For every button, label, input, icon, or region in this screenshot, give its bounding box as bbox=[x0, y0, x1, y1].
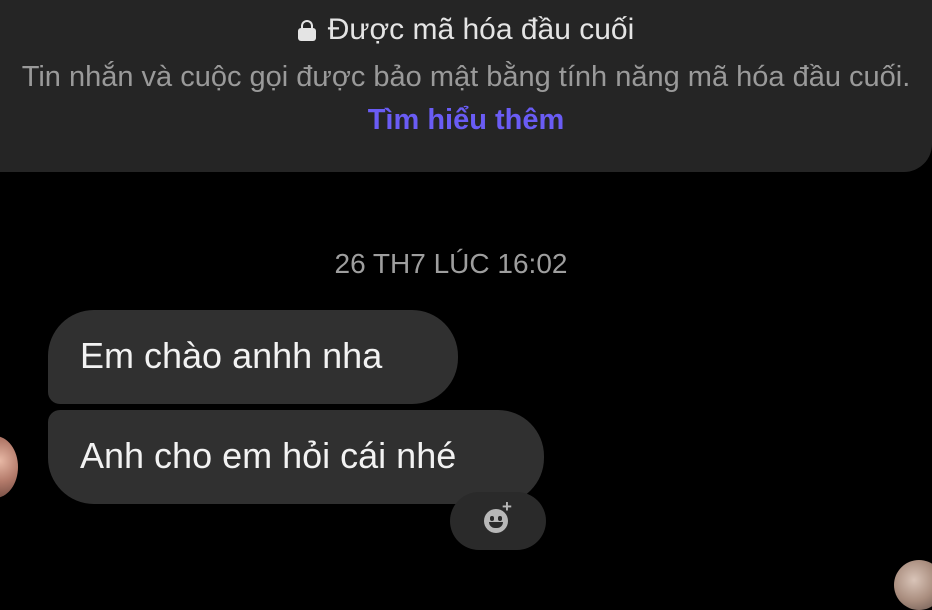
plus-icon: + bbox=[502, 497, 512, 516]
learn-more-link[interactable]: Tìm hiểu thêm bbox=[368, 104, 565, 136]
message-bubble-1[interactable]: Em chào anhh nha bbox=[48, 310, 458, 404]
encryption-description: Tin nhắn và cuộc gọi được bảo mật bằng t… bbox=[21, 61, 911, 93]
add-reaction-button[interactable]: + bbox=[450, 492, 546, 550]
message-timestamp: 26 TH7 LÚC 16:02 bbox=[334, 248, 568, 279]
seen-avatar bbox=[894, 560, 932, 610]
message-bubble-2[interactable]: Anh cho em hỏi cái nhé bbox=[48, 410, 544, 504]
lock-icon bbox=[297, 20, 316, 41]
encryption-title-row: Được mã hóa đầu cuối bbox=[0, 12, 932, 48]
sender-avatar[interactable] bbox=[0, 436, 18, 498]
encryption-description-row: Tin nhắn và cuộc gọi được bảo mật bằng t… bbox=[20, 56, 912, 142]
encryption-title: Được mã hóa đầu cuối bbox=[327, 13, 635, 46]
